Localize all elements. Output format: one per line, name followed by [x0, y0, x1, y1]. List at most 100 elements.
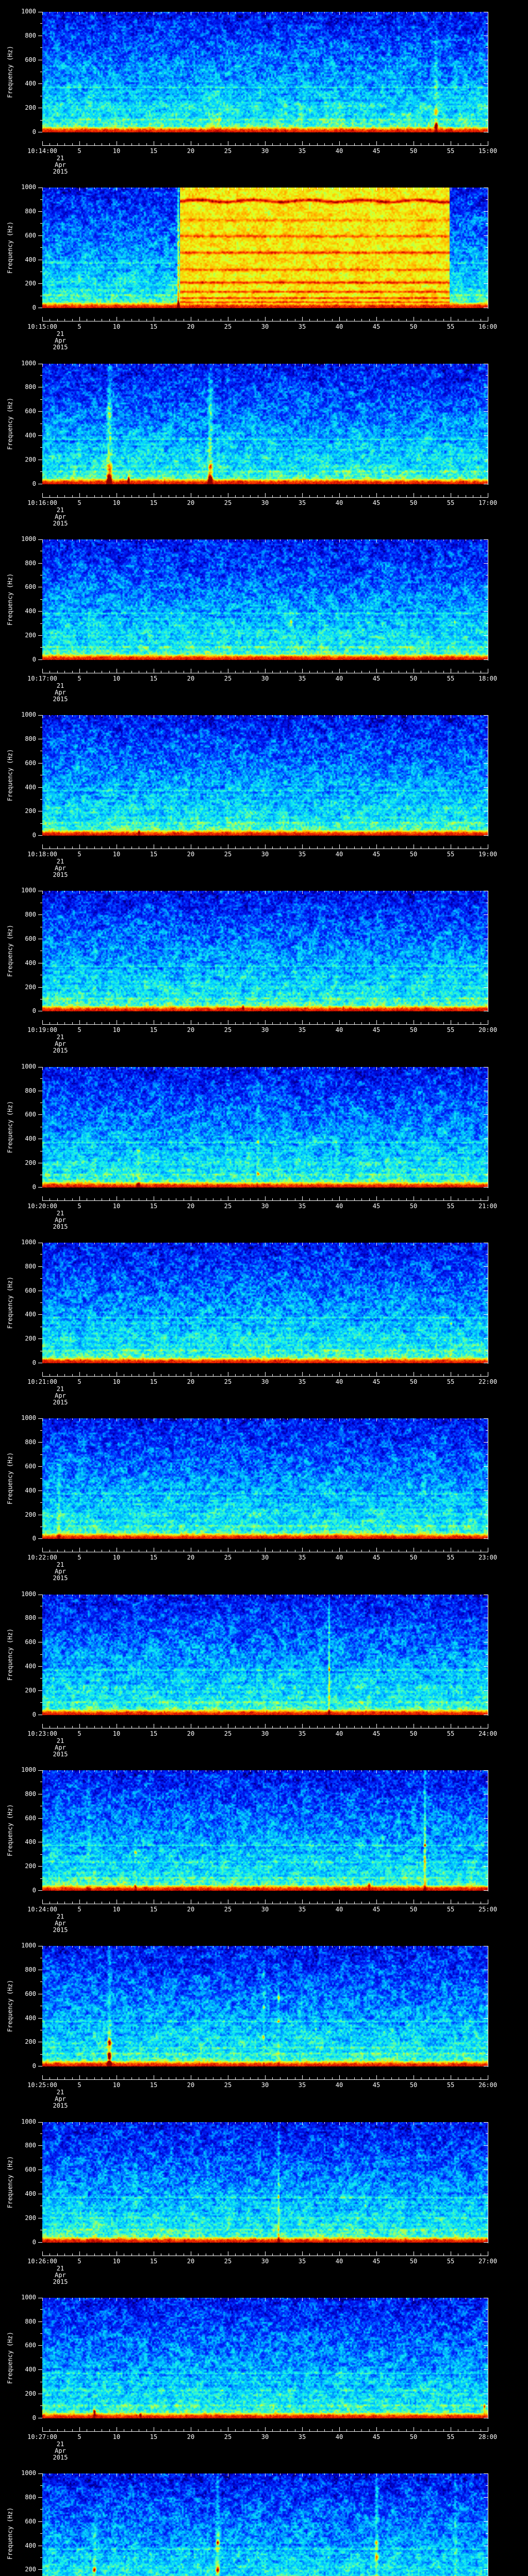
top-axis-tick	[250, 1946, 251, 1948]
y-axis-tick-label: 0	[32, 128, 36, 135]
y-axis-tick-label: 400	[25, 2541, 36, 2549]
top-axis-tick	[265, 1418, 266, 1422]
top-axis-tick	[131, 12, 132, 13]
x-axis-tick	[302, 1020, 303, 1025]
x-axis-tick-label: 45	[372, 2257, 381, 2265]
top-axis-tick	[391, 1946, 392, 1948]
x-axis-tick	[391, 1022, 392, 1025]
top-axis-tick	[309, 891, 310, 893]
y-axis-minor-tick	[40, 199, 42, 200]
x-axis-tick	[64, 1374, 65, 1377]
y-axis-tick	[484, 2242, 488, 2243]
y-axis-tick	[38, 1187, 42, 1188]
x-axis-tick-label: 10	[112, 323, 121, 331]
y-axis-minor-tick	[40, 1654, 42, 1655]
top-axis-tick	[443, 12, 444, 13]
x-axis-tick-label: 50	[409, 1026, 418, 1034]
x-axis-tick	[109, 1198, 110, 1200]
x-axis-tick	[287, 1022, 288, 1025]
y-axis-tick-label: 400	[25, 2366, 36, 2374]
x-axis-tick	[42, 2427, 43, 2431]
y-axis-tick-label: 800	[25, 1262, 36, 1270]
top-axis-tick	[391, 1770, 392, 1772]
x-axis-tick-label: 15	[150, 2081, 158, 2089]
top-axis-tick	[64, 715, 65, 717]
top-axis-tick	[324, 363, 325, 365]
y-axis-tick	[484, 1690, 488, 1691]
y-axis-tick	[38, 2321, 42, 2322]
top-axis-tick	[361, 1066, 362, 1069]
y-axis-tick	[484, 411, 488, 412]
top-axis-tick	[198, 891, 199, 893]
y-axis-title: Frequency (Hz)	[6, 1628, 14, 1681]
y-axis-minor-tick	[40, 623, 42, 624]
y-axis-title: Frequency (Hz)	[6, 397, 14, 450]
x-axis-tick	[369, 846, 370, 849]
x-axis-tick	[131, 1725, 132, 1728]
x-axis-tick-label: 15	[150, 499, 158, 506]
y-axis-tick-label: 400	[25, 1838, 36, 1846]
top-axis-tick	[369, 1946, 370, 1948]
top-axis-tick	[354, 1418, 355, 1420]
x-axis-tick	[131, 846, 132, 849]
x-axis-tick	[146, 670, 147, 673]
x-axis-tick	[302, 1723, 303, 1728]
top-axis-tick	[235, 188, 236, 190]
x-axis-tick	[57, 2253, 58, 2256]
x-axis-tick	[235, 846, 236, 849]
y-axis-tick	[484, 2145, 488, 2146]
top-axis-tick	[72, 2297, 73, 2299]
spectrogram-panel: Frequency (Hz)02004006008001000510152025…	[0, 1406, 528, 1583]
x-axis-tick	[94, 1550, 95, 1552]
top-axis-tick	[302, 1066, 303, 1070]
x-axis-tick	[309, 1550, 310, 1552]
x-axis-tick	[72, 495, 73, 497]
panel-start-time-label: 10:18:00	[27, 851, 57, 858]
y-axis-tick-label: 0	[32, 304, 36, 312]
top-axis-tick	[57, 539, 58, 541]
top-axis-tick	[346, 2473, 348, 2476]
x-axis-tick-label: 35	[298, 1202, 306, 1210]
top-axis-tick	[391, 891, 392, 893]
top-axis-tick	[391, 2122, 392, 2124]
x-axis-tick-label: 25	[224, 1905, 232, 1913]
top-axis-tick	[324, 12, 325, 13]
y-axis-minor-tick	[40, 1430, 42, 1431]
spectrogram-canvas	[42, 1418, 488, 1539]
x-axis-tick	[146, 1725, 147, 1728]
y-axis-tick	[38, 2497, 42, 2498]
y-axis-tick	[38, 1690, 42, 1691]
x-axis-tick	[272, 1022, 273, 1025]
top-axis-tick	[72, 1946, 73, 1948]
top-axis-tick	[64, 12, 65, 13]
x-axis-tick-label: 40	[335, 2081, 343, 2089]
top-axis-tick	[109, 715, 110, 717]
panel-end-time-label: 18:00	[478, 674, 498, 682]
top-axis-tick	[198, 1066, 199, 1069]
x-axis-tick-label: 10	[112, 2433, 121, 2441]
y-axis-tick-label: 800	[25, 208, 36, 215]
panel-end-time-label: 21:00	[478, 1202, 498, 1210]
x-axis-tick	[72, 2429, 73, 2431]
y-axis-tick-label: 400	[25, 959, 36, 967]
x-axis-tick	[339, 1899, 340, 1904]
top-axis-tick	[42, 2473, 43, 2477]
y-axis-tick	[38, 611, 42, 612]
top-axis-tick	[72, 1770, 73, 1772]
top-axis-tick	[391, 363, 392, 365]
top-axis-tick	[361, 2122, 362, 2124]
x-axis-tick-label: 30	[261, 147, 269, 155]
y-axis-tick-label: 0	[32, 2062, 36, 2070]
panel-start-time-label: 10:15:00	[27, 323, 57, 331]
panel-date-label: 21	[56, 1737, 64, 1744]
x-axis-tick-label: 20	[187, 2081, 195, 2089]
top-axis-tick	[146, 363, 147, 365]
y-axis-tick	[484, 283, 488, 284]
x-axis-tick-label: 45	[372, 147, 381, 155]
x-axis-tick	[198, 1374, 199, 1377]
x-axis-tick	[346, 1198, 348, 1200]
top-axis-tick	[198, 2297, 199, 2299]
y-axis-tick-label: 1000	[21, 2293, 36, 2301]
top-axis-tick	[346, 891, 348, 893]
y-axis-tick-label: 600	[25, 2517, 36, 2525]
